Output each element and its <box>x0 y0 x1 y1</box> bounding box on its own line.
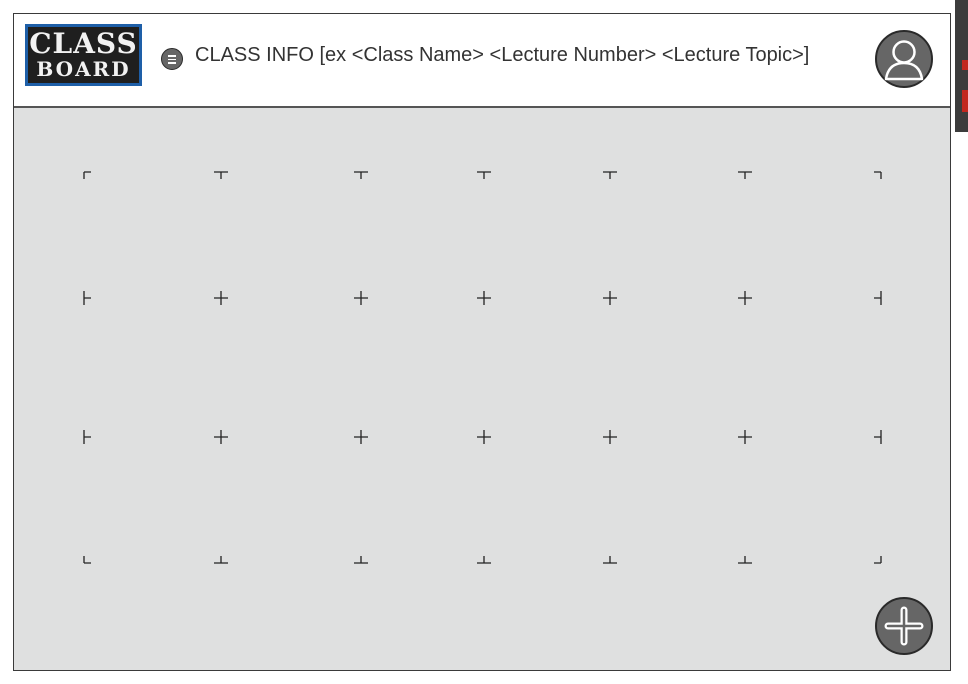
crop-mark <box>213 555 229 571</box>
crop-mark <box>602 555 618 571</box>
user-avatar-icon[interactable] <box>874 29 934 89</box>
class-info-title: CLASS INFO [ex <Class Name> <Lecture Num… <box>195 44 810 66</box>
crop-mark <box>737 429 753 445</box>
crop-mark <box>873 164 889 180</box>
crop-mark <box>76 290 92 306</box>
crop-mark <box>873 290 889 306</box>
crop-mark <box>602 164 618 180</box>
crop-mark <box>213 164 229 180</box>
plus-circle-icon <box>875 597 933 655</box>
crop-mark <box>873 555 889 571</box>
crop-mark <box>76 429 92 445</box>
crop-mark <box>602 290 618 306</box>
classboard-logo: CLASS BOARD <box>25 24 142 86</box>
crop-mark <box>737 164 753 180</box>
crop-mark <box>737 290 753 306</box>
crop-mark <box>602 429 618 445</box>
logo-line1: CLASS <box>29 27 138 60</box>
window-edge <box>955 0 968 132</box>
crop-mark <box>353 555 369 571</box>
header-bar: CLASS BOARD CLASS INFO [ex <Class Name> … <box>14 14 950 108</box>
crop-mark <box>353 164 369 180</box>
crop-mark <box>213 429 229 445</box>
crop-mark <box>213 290 229 306</box>
add-button[interactable] <box>874 596 934 656</box>
crop-mark <box>476 290 492 306</box>
crop-mark <box>353 429 369 445</box>
menu-icon[interactable] <box>161 48 183 70</box>
crop-mark <box>873 429 889 445</box>
crop-mark <box>476 555 492 571</box>
crop-mark <box>353 290 369 306</box>
crop-mark <box>476 429 492 445</box>
class-board-canvas[interactable] <box>14 108 950 670</box>
crop-mark <box>476 164 492 180</box>
crop-mark <box>76 164 92 180</box>
logo-line2: BOARD <box>36 57 131 81</box>
app-frame: CLASS BOARD CLASS INFO [ex <Class Name> … <box>13 13 951 671</box>
crop-mark <box>737 555 753 571</box>
crop-mark <box>76 555 92 571</box>
